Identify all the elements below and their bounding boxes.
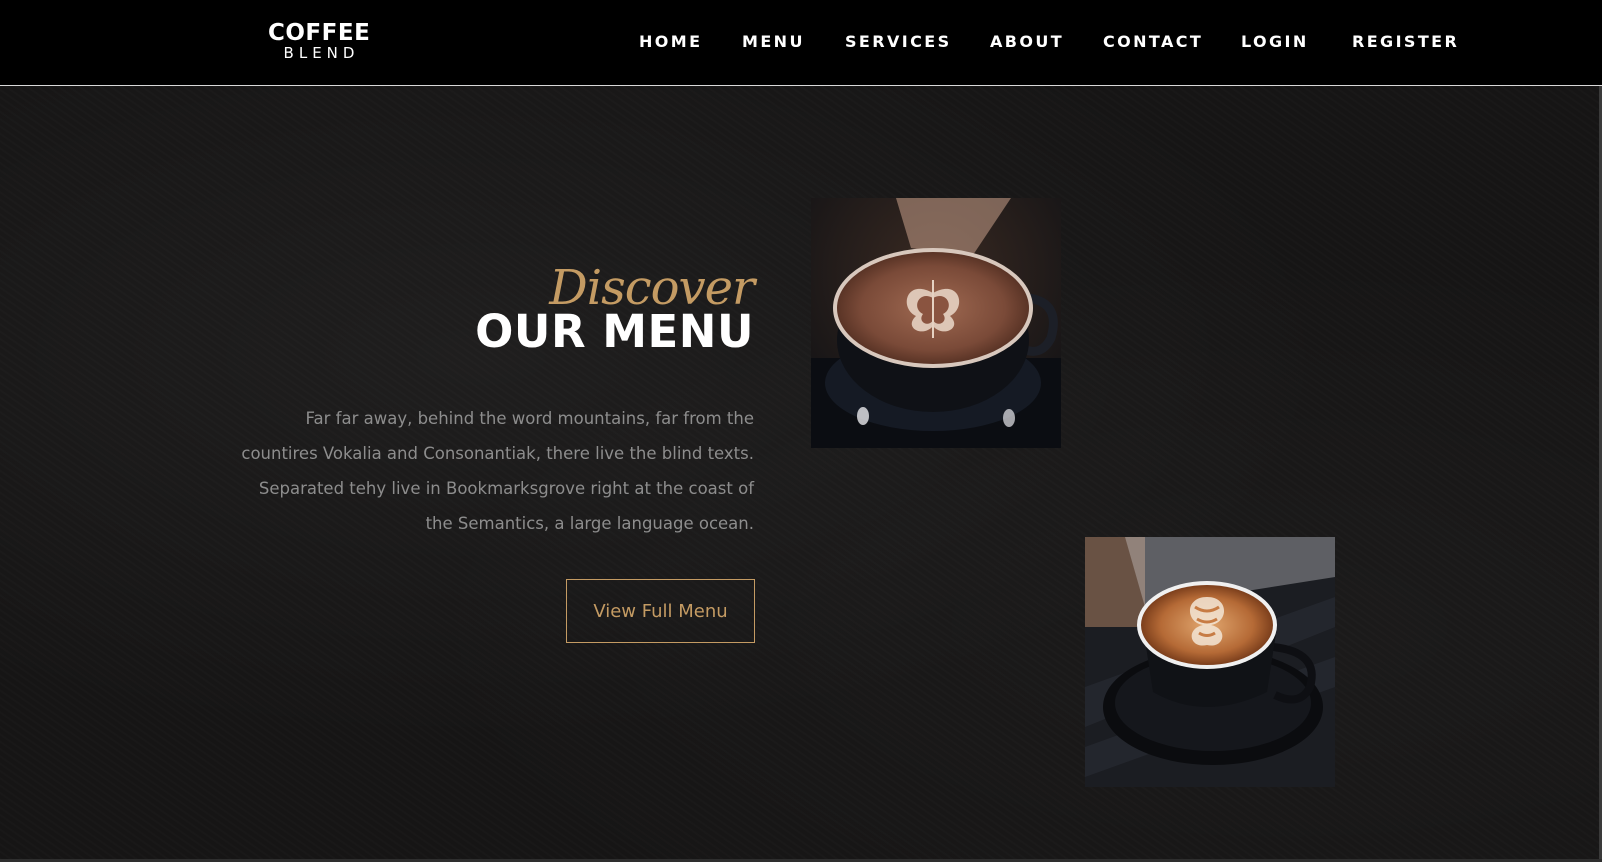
page: COFFEE BLEND HOME MENU SERVICES ABOUT CO… — [0, 0, 1602, 862]
nav-item-menu[interactable]: MENU — [742, 34, 805, 50]
coffee-cup-illustration — [811, 198, 1061, 448]
section-description: Far far away, behind the word mountains,… — [241, 409, 754, 533]
brand-tagline: BLEND — [283, 44, 360, 62]
brand-name: COFFEE — [268, 20, 371, 46]
nav-item-login[interactable]: LOGIN — [1241, 34, 1309, 50]
latte-art-cappuccino-photo — [1085, 537, 1335, 787]
brand-logo[interactable]: COFFEE BLEND — [268, 22, 370, 61]
nav-item-services[interactable]: SERVICES — [845, 34, 952, 50]
latte-art-mocha-photo — [811, 198, 1061, 448]
nav-item-register[interactable]: REGISTER — [1352, 34, 1459, 50]
coffee-cup-illustration — [1085, 537, 1335, 787]
view-full-menu-button[interactable]: View Full Menu — [566, 579, 755, 643]
section-heading: OUR MENU — [475, 305, 754, 358]
navbar: COFFEE BLEND HOME MENU SERVICES ABOUT CO… — [0, 0, 1602, 86]
nav-item-about[interactable]: ABOUT — [990, 34, 1064, 50]
nav-item-contact[interactable]: CONTACT — [1103, 34, 1203, 50]
nav-item-home[interactable]: HOME — [639, 34, 702, 50]
